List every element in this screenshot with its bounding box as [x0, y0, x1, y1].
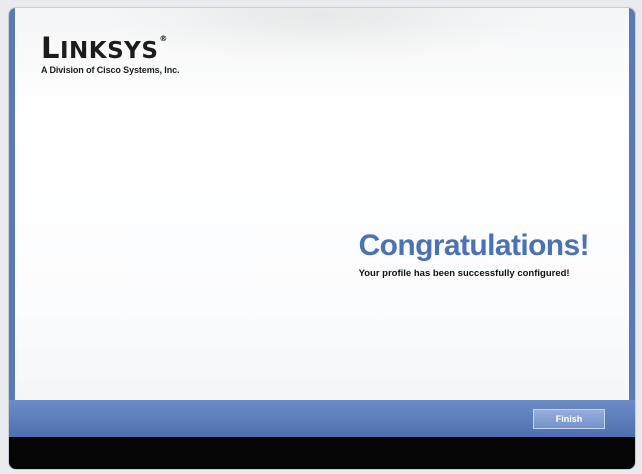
- brand-wordmark: LINKSYS®: [41, 34, 179, 63]
- congratulations-heading: Congratulations!: [358, 229, 590, 262]
- bottom-black-bar: [9, 437, 635, 469]
- finish-button[interactable]: Finish: [533, 409, 605, 429]
- brand-wordmark-initial: L: [41, 31, 60, 65]
- wizard-content-panel: LINKSYS® A Division of Cisco Systems, In…: [15, 8, 629, 400]
- wizard-footer-bar: Finish: [9, 400, 635, 437]
- setup-wizard-window: LINKSYS® A Division of Cisco Systems, In…: [9, 8, 635, 469]
- success-message: Congratulations! Your profile has been s…: [358, 229, 590, 279]
- brand-wordmark-rest: INKSYS: [59, 38, 159, 64]
- success-subtext: Your profile has been successfully confi…: [358, 267, 570, 279]
- linksys-logo: LINKSYS® A Division of Cisco Systems, In…: [41, 34, 180, 76]
- registered-mark-icon: ®: [159, 34, 168, 43]
- brand-tagline: A Division of Cisco Systems, Inc.: [41, 65, 180, 75]
